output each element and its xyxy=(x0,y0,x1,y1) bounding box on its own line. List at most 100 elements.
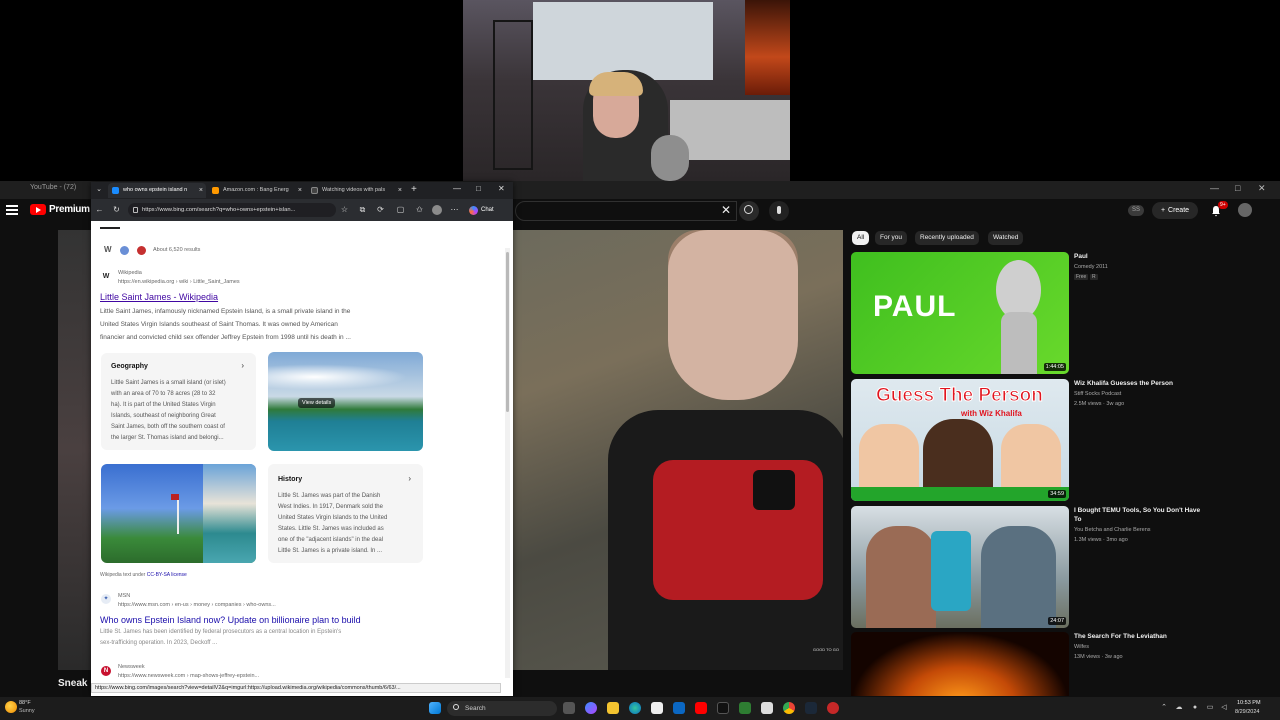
file-explorer-icon[interactable] xyxy=(607,702,619,714)
refresh-page-icon[interactable]: ⟳ xyxy=(376,205,385,214)
account-badge[interactable]: SS xyxy=(1128,205,1144,216)
cloud-icon[interactable]: ☁ xyxy=(1175,704,1183,712)
close-icon[interactable]: ✕ xyxy=(1258,183,1266,194)
video-thumbnail[interactable] xyxy=(851,632,1069,696)
avatar[interactable] xyxy=(1238,203,1252,217)
weather-description[interactable]: Sunny xyxy=(19,708,35,714)
youtube-tab[interactable]: YouTube - (72) xyxy=(30,184,76,191)
sidebar-icon[interactable]: ▢ xyxy=(396,205,405,214)
result-title-link[interactable]: Little Saint James - Wikipedia xyxy=(100,292,218,302)
channel-name[interactable]: Comedy 2011 xyxy=(1074,264,1108,270)
source-icon[interactable] xyxy=(120,246,129,255)
chrome-icon[interactable] xyxy=(783,702,795,714)
result-url[interactable]: https://www.newsweek.com › map-shows-jef… xyxy=(118,673,259,679)
result-title-link[interactable]: Who owns Epstein Island now? Update on b… xyxy=(100,615,361,625)
video-title[interactable]: Sneak xyxy=(58,678,87,689)
recording-app-icon[interactable] xyxy=(827,702,839,714)
video-title[interactable]: I Bought TEMU Tools, So You Don't Have T… xyxy=(1074,507,1204,524)
chip-watched[interactable]: Watched xyxy=(988,231,1024,245)
extension-icon[interactable]: ⧉ xyxy=(358,205,367,214)
tab-bing-search[interactable]: who owns epstein island n × xyxy=(108,183,206,198)
video-player-left-edge[interactable] xyxy=(58,230,93,670)
view-details-button[interactable]: View details xyxy=(298,398,336,408)
youtube-icon[interactable] xyxy=(695,702,707,714)
chip-all[interactable]: All xyxy=(852,231,870,245)
video-thumbnail[interactable]: PAUL 1:44:05 xyxy=(851,252,1069,374)
hamburger-menu-icon[interactable] xyxy=(6,205,18,215)
sun-icon[interactable] xyxy=(5,701,17,713)
chevron-right-icon: › xyxy=(241,361,244,370)
new-tab-button[interactable]: + xyxy=(411,184,417,195)
notepad-icon[interactable] xyxy=(761,702,773,714)
volume-icon[interactable]: ◁ xyxy=(1220,704,1228,712)
source-icon-2[interactable] xyxy=(137,246,146,255)
app-icon[interactable] xyxy=(739,702,751,714)
island-photo-collage[interactable] xyxy=(101,464,256,563)
weather-temperature[interactable]: 88°F xyxy=(19,700,31,706)
microphone-icon[interactable] xyxy=(769,201,789,221)
back-icon[interactable]: ← xyxy=(95,205,104,214)
profile-avatar[interactable] xyxy=(432,205,442,215)
channel-name[interactable]: Wilfes xyxy=(1074,644,1089,650)
close-tab-icon[interactable]: × xyxy=(398,183,402,198)
geography-card[interactable]: Geography › Little Saint James is a smal… xyxy=(101,353,256,450)
clock-date[interactable]: 8/29/2024 xyxy=(1235,709,1259,715)
video-player[interactable]: GOOD TO GO xyxy=(513,230,843,670)
create-button[interactable]: + Create xyxy=(1152,202,1198,219)
video-title[interactable]: Paul xyxy=(1074,253,1204,262)
tab-actions-icon[interactable]: ⌄ xyxy=(94,185,104,195)
microphone-tray-icon[interactable]: ● xyxy=(1191,704,1199,712)
card-text: Little Saint James is a small island (or… xyxy=(111,378,256,443)
search-clear-icon[interactable]: ✕ xyxy=(721,203,731,217)
chevron-up-icon[interactable]: ⌃ xyxy=(1160,704,1168,712)
youtube-search-input[interactable] xyxy=(515,201,737,221)
video-thumbnail[interactable]: Guess The Person with Wiz Khalifa 34:59 xyxy=(851,379,1069,501)
active-tab-indicator xyxy=(100,227,120,229)
maximize-icon[interactable]: □ xyxy=(476,184,481,193)
more-options-icon[interactable]: ⋯ xyxy=(450,205,459,214)
edge-icon[interactable] xyxy=(629,702,641,714)
refresh-icon[interactable]: ↻ xyxy=(112,205,121,214)
minimize-icon[interactable]: — xyxy=(453,184,461,193)
result-url[interactable]: https://www.msn.com › en-us › money › co… xyxy=(118,602,276,608)
store-icon[interactable] xyxy=(651,702,663,714)
mail-icon[interactable] xyxy=(673,702,685,714)
maximize-icon[interactable]: □ xyxy=(1235,183,1240,193)
result-url[interactable]: https://en.wikipedia.org › wiki › Little… xyxy=(118,279,240,285)
island-image[interactable]: View details xyxy=(268,352,423,451)
search-icon[interactable] xyxy=(739,201,759,221)
favorites-icon[interactable]: ✩ xyxy=(415,205,424,214)
windows-start-icon[interactable] xyxy=(429,702,441,714)
channel-name[interactable]: You Betcha and Charlie Berens xyxy=(1074,527,1151,533)
scrollbar-thumb[interactable] xyxy=(506,252,509,412)
tiktok-icon[interactable] xyxy=(717,702,729,714)
license-link[interactable]: CC-BY-SA license xyxy=(147,572,187,578)
youtube-logo[interactable]: Premium xyxy=(30,204,90,215)
steam-icon[interactable] xyxy=(805,702,817,714)
webcam-shelf xyxy=(493,20,533,170)
close-icon[interactable]: ✕ xyxy=(498,184,505,193)
clock-time[interactable]: 10:53 PM xyxy=(1237,700,1261,706)
copilot-chat-button[interactable]: Chat xyxy=(469,203,494,217)
chip-for-you[interactable]: For you xyxy=(875,231,908,245)
taskbar-search[interactable]: Search xyxy=(447,701,557,716)
lock-icon[interactable] xyxy=(133,207,138,213)
channel-name[interactable]: Stiff Socks Podcast xyxy=(1074,391,1121,397)
video-thumbnail[interactable]: 24:07 xyxy=(851,506,1069,628)
wikipedia-icon[interactable]: W xyxy=(104,245,112,254)
tab-watching-videos[interactable]: Watching videos with pals × xyxy=(307,183,405,198)
chevron-right-icon: › xyxy=(408,474,411,483)
close-tab-icon[interactable]: × xyxy=(199,183,203,198)
network-icon[interactable]: ▭ xyxy=(1206,704,1214,712)
chip-recently-uploaded[interactable]: Recently uploaded xyxy=(915,231,979,245)
address-bar[interactable]: https://www.bing.com/search?q=who+owns+e… xyxy=(128,203,336,217)
video-title[interactable]: Wiz Khalifa Guesses the Person xyxy=(1074,380,1204,389)
favorite-star-icon[interactable]: ☆ xyxy=(340,205,349,214)
copilot-icon[interactable] xyxy=(585,702,597,714)
video-title[interactable]: The Search For The Leviathan xyxy=(1074,633,1204,642)
task-view-icon[interactable] xyxy=(563,702,575,714)
close-tab-icon[interactable]: × xyxy=(298,183,302,198)
minimize-icon[interactable]: — xyxy=(1210,183,1219,193)
history-card[interactable]: History › Little St. James was part of t… xyxy=(268,464,423,563)
tab-amazon[interactable]: Amazon.com : Bang Energ × xyxy=(208,183,305,198)
